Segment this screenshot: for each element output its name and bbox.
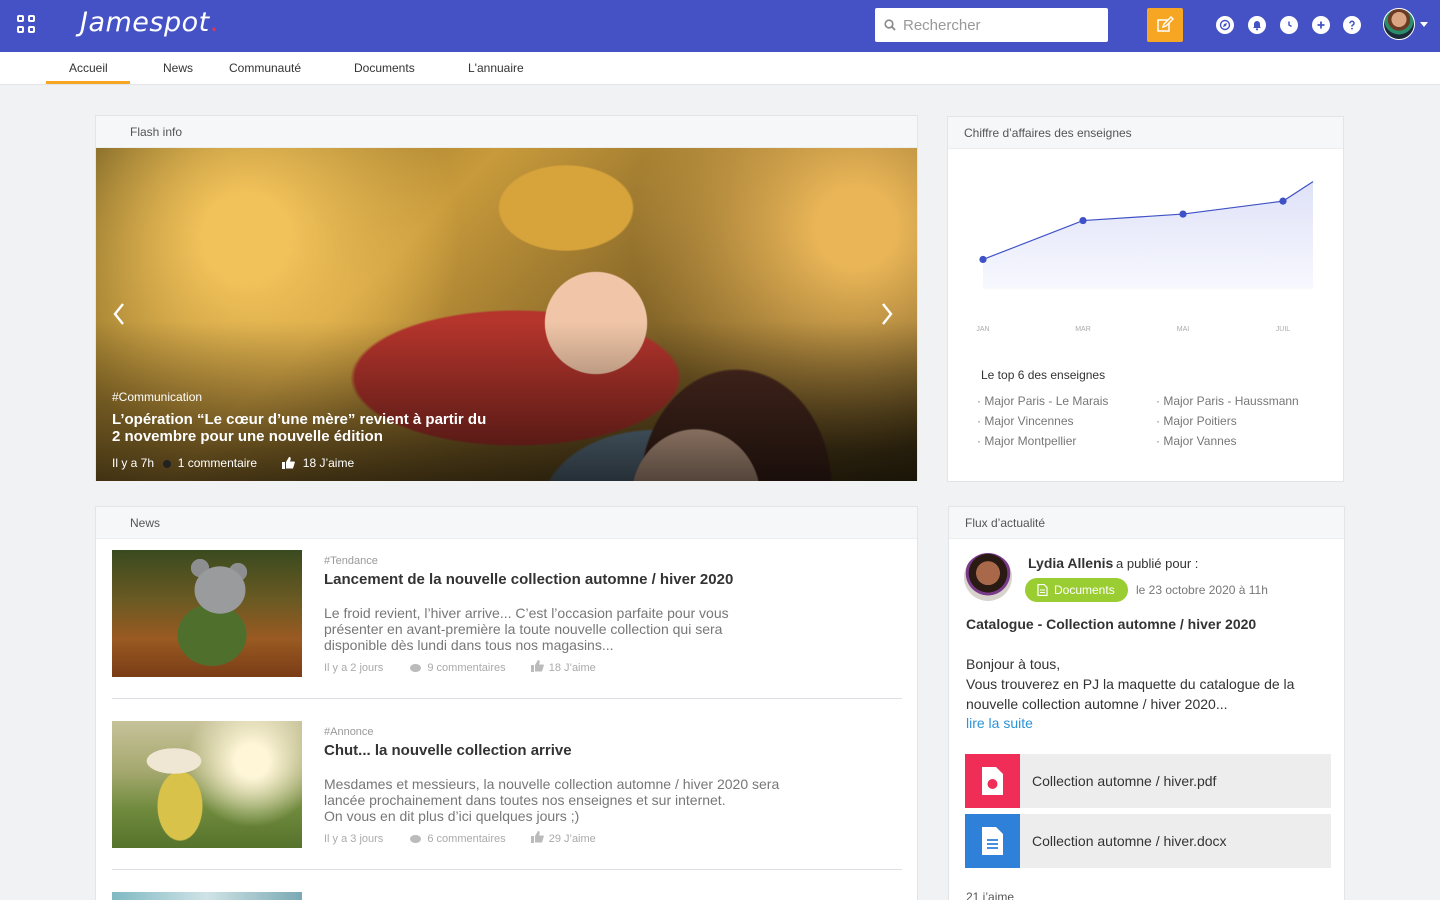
revenue-line-chart: JAN MAR MAI JUIL xyxy=(976,181,1314,333)
news-tag[interactable]: #Annonce xyxy=(324,726,374,738)
search-box[interactable] xyxy=(875,8,1108,42)
attachment-pdf[interactable]: Collection automne / hiver.pdf xyxy=(965,754,1331,808)
top6-item[interactable]: · Major Vannes xyxy=(1156,434,1237,448)
nav-active-indicator xyxy=(46,81,130,84)
news-thumbnail[interactable] xyxy=(112,550,302,677)
revenue-chart-card: Chiffre d’affaires des enseignes JAN MAR M… xyxy=(947,116,1344,482)
post-date: le 23 octobre 2020 à 11h xyxy=(1136,583,1268,597)
news-item[interactable]: #Tendance Lancement de la nouvelle colle… xyxy=(112,550,902,680)
news-title[interactable]: Lancement de la nouvelle collection auto… xyxy=(324,571,733,588)
news-likes[interactable]: 29 J’aime xyxy=(549,833,596,845)
slide-title[interactable]: L’opération “Le cœur d’une mère” revient… xyxy=(112,411,492,445)
x-tick-label: JUIL xyxy=(1276,326,1291,333)
next-slide-icon[interactable] xyxy=(876,296,898,332)
news-meta: Il y a 2 jours 9 commentaires 18 J’aime xyxy=(324,660,596,674)
news-comments[interactable]: 9 commentaires xyxy=(427,662,505,674)
explore-icon[interactable] xyxy=(1216,16,1234,34)
top6-item[interactable]: · Major Poitiers xyxy=(1156,414,1237,428)
notification-bell-icon[interactable] xyxy=(1248,16,1266,34)
comment-icon xyxy=(410,664,422,672)
nav-item-annuaire[interactable]: L'annuaire xyxy=(468,61,524,75)
top-bar: Jamespot. xyxy=(0,0,1440,52)
chart-point[interactable] xyxy=(979,255,987,264)
activity-feed-card: Flux d’actualité Lydia Allenis a publié … xyxy=(948,506,1345,900)
like-icon[interactable] xyxy=(282,457,296,469)
main-nav: Accueil News Communauté Documents L'annu… xyxy=(0,52,1440,85)
top6-item[interactable]: · Major Paris - Haussmann xyxy=(1156,394,1299,408)
search-input[interactable] xyxy=(903,14,1098,36)
chart-area xyxy=(983,181,1313,289)
chart-point[interactable] xyxy=(1079,216,1087,225)
slide-tag[interactable]: #Communication xyxy=(112,390,202,404)
post-title[interactable]: Catalogue - Collection automne / hiver 2… xyxy=(966,616,1256,632)
pdf-icon xyxy=(965,754,1020,808)
top6-item[interactable]: · Major Vincennes xyxy=(977,414,1074,428)
news-meta: Il y a 3 jours 6 commentaires 29 J’aime xyxy=(324,831,596,845)
slide-meta: Il y a 7h 1 commentaire 18 J’aime xyxy=(112,456,354,470)
flash-info-heading: Flash info xyxy=(96,116,917,148)
clock-icon[interactable] xyxy=(1280,16,1298,34)
like-icon[interactable] xyxy=(530,831,544,843)
slide-time: Il y a 7h xyxy=(112,456,155,470)
chart-point[interactable] xyxy=(1179,210,1187,218)
like-icon[interactable] xyxy=(530,660,544,672)
news-comments[interactable]: 6 commentaires xyxy=(427,833,505,845)
attachment-docx[interactable]: Collection automne / hiver.docx xyxy=(965,814,1331,868)
doc-icon xyxy=(965,814,1020,868)
news-card: News #Tendance Lancement de la nouvelle … xyxy=(95,506,918,900)
news-excerpt: Mesdames et messieurs, la nouvelle colle… xyxy=(324,776,780,824)
read-more-link[interactable]: lire la suite xyxy=(966,715,1033,731)
published-for-text: a publié pour : xyxy=(1116,556,1199,571)
slide-likes[interactable]: 18 J’aime xyxy=(303,456,354,470)
post-body-line: Vous trouverez en PJ la maquette du cata… xyxy=(966,676,1295,692)
author-name[interactable]: Lydia Allenis xyxy=(1028,555,1113,571)
apps-grid-icon[interactable] xyxy=(17,15,35,33)
comment-icon xyxy=(163,460,172,468)
flash-slide[interactable]: #Communication L’opération “Le cœur d’un… xyxy=(96,148,917,481)
chart-point[interactable] xyxy=(1279,197,1287,205)
attachment-name[interactable]: Collection automne / hiver.docx xyxy=(1032,833,1227,849)
author-avatar[interactable] xyxy=(964,553,1012,601)
top6-item[interactable]: · Major Montpellier xyxy=(977,434,1076,448)
post-likes[interactable]: 21 j’aime xyxy=(966,890,1014,900)
document-icon xyxy=(1037,584,1048,596)
x-tick-label: JAN xyxy=(976,326,989,333)
search-icon xyxy=(884,19,896,31)
activity-feed-heading: Flux d’actualité xyxy=(949,507,1344,539)
post-body-line: nouvelle collection automne / hiver 2020… xyxy=(966,696,1228,712)
nav-item-communaute[interactable]: Communauté xyxy=(229,61,301,75)
jamespot-logo[interactable]: Jamespot. xyxy=(80,7,219,38)
nav-item-accueil[interactable]: Accueil xyxy=(69,61,108,75)
flash-info-card: Flash info #Communication L’opération “L… xyxy=(95,115,918,481)
post-body-line: Bonjour à tous, xyxy=(966,656,1061,672)
news-likes[interactable]: 18 J’aime xyxy=(549,662,596,674)
comment-icon xyxy=(410,835,422,843)
documents-badge[interactable]: Documents xyxy=(1025,578,1128,602)
user-avatar[interactable] xyxy=(1383,8,1415,40)
nav-item-documents[interactable]: Documents xyxy=(354,61,415,75)
news-tag[interactable]: #Tendance xyxy=(324,555,378,567)
slide-comments[interactable]: 1 commentaire xyxy=(178,456,257,470)
edit-icon xyxy=(1157,16,1174,32)
attachment-name[interactable]: Collection automne / hiver.pdf xyxy=(1032,773,1216,789)
compose-button[interactable] xyxy=(1147,8,1183,42)
prev-slide-icon[interactable] xyxy=(108,296,130,332)
nav-item-news[interactable]: News xyxy=(163,61,193,75)
news-excerpt: Le froid revient, l’hiver arrive... C’es… xyxy=(324,605,729,653)
news-item[interactable]: #Annonce Chut... la nouvelle collection … xyxy=(112,721,902,851)
top6-title: Le top 6 des enseignes xyxy=(981,368,1106,382)
help-icon[interactable] xyxy=(1343,16,1361,34)
news-title[interactable]: Chut... la nouvelle collection arrive xyxy=(324,742,572,759)
user-menu-caret-icon[interactable] xyxy=(1420,22,1428,27)
add-icon[interactable] xyxy=(1312,16,1330,34)
x-tick-label: MAR xyxy=(1075,326,1091,333)
news-thumbnail[interactable] xyxy=(112,721,302,848)
divider xyxy=(112,698,902,699)
divider xyxy=(112,869,902,870)
news-thumbnail[interactable] xyxy=(112,892,302,900)
news-heading: News xyxy=(96,507,917,539)
top6-item[interactable]: · Major Paris - Le Marais xyxy=(977,394,1108,408)
x-tick-label: MAI xyxy=(1177,326,1190,333)
revenue-chart-heading: Chiffre d’affaires des enseignes xyxy=(948,117,1343,149)
